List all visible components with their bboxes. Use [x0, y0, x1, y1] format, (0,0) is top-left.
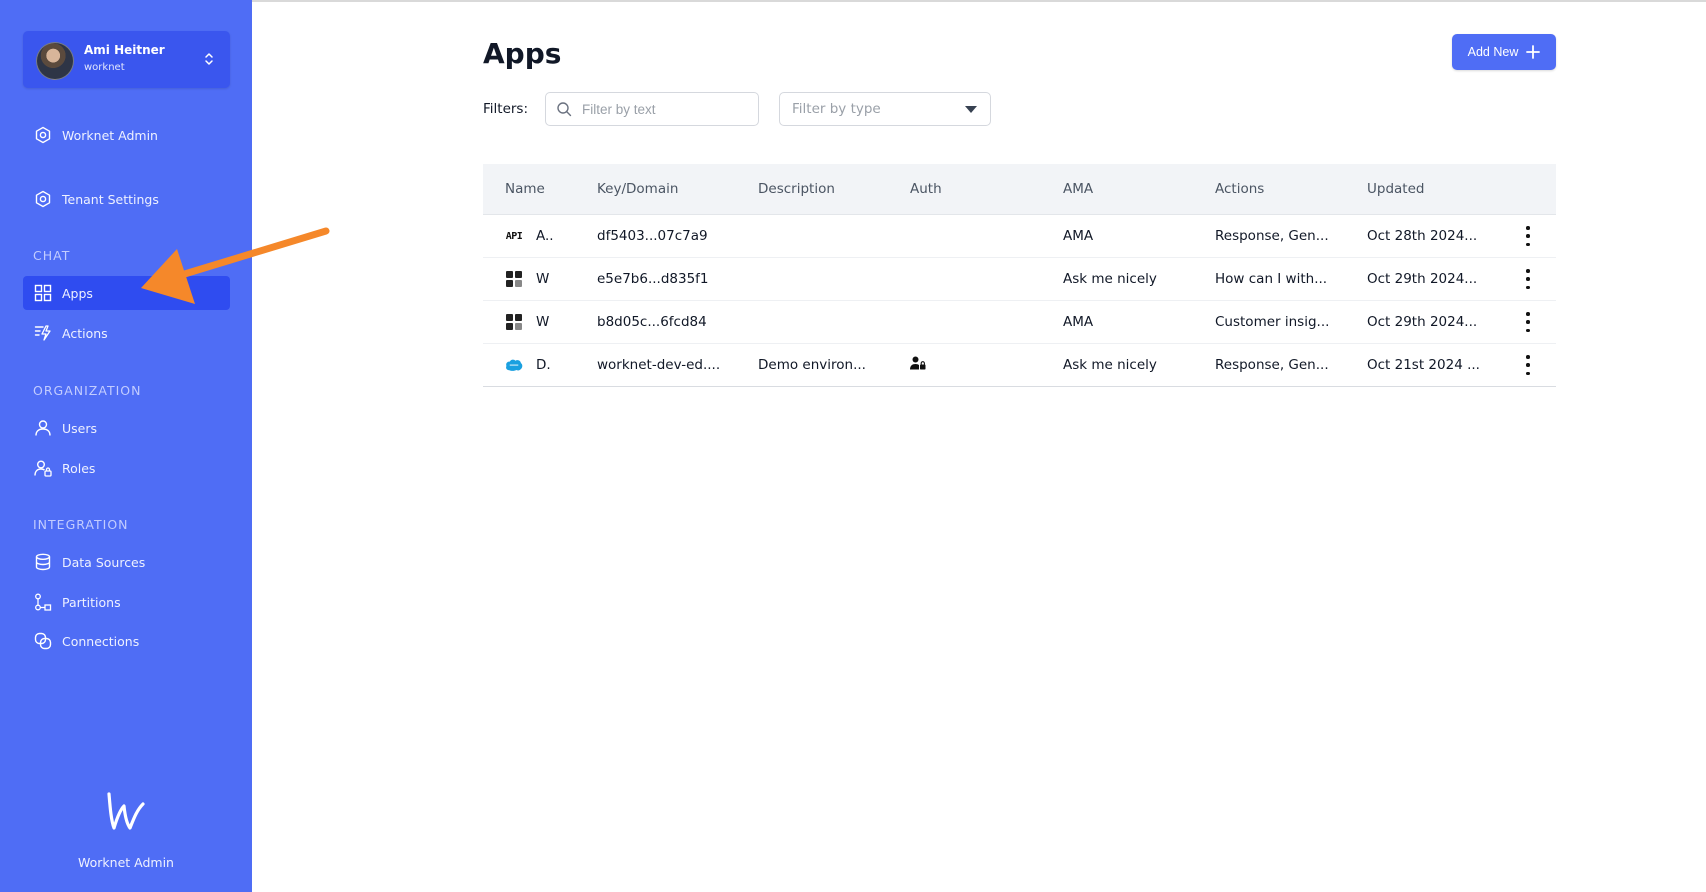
column-header-updated[interactable]: Updated [1367, 181, 1424, 197]
add-new-button[interactable]: Add New [1452, 34, 1556, 70]
user-lock-icon [910, 356, 926, 374]
cell-updated: Oct 28th 2024... [1367, 228, 1478, 244]
user-org: worknet [84, 62, 125, 73]
filter-text-field[interactable] [545, 92, 759, 126]
cell-name: W [536, 271, 550, 287]
database-icon [33, 552, 53, 572]
top-border [0, 0, 1706, 2]
cell-name: D. [536, 357, 551, 373]
plus-icon [1526, 45, 1541, 59]
cell-actions: Response, Gen... [1215, 228, 1329, 244]
column-header-actions[interactable]: Actions [1215, 181, 1264, 197]
search-icon [556, 101, 572, 117]
chevron-up-down-icon [205, 53, 213, 65]
cell-ama: AMA [1063, 314, 1094, 330]
partitions-icon [33, 592, 53, 612]
add-new-label: Add New [1467, 45, 1519, 59]
more-options-icon[interactable] [1523, 226, 1533, 246]
sidebar-item-users[interactable]: Users [23, 411, 230, 445]
sidebar-item-label: Data Sources [62, 554, 146, 570]
section-label-organization: ORGANIZATION [33, 383, 142, 398]
actions-icon [33, 323, 53, 343]
sidebar-item-label: Connections [62, 633, 140, 649]
cell-ama: AMA [1063, 228, 1094, 244]
sidebar-item-tenant-settings[interactable]: Tenant Settings [23, 182, 230, 216]
cell-name: A.. [536, 228, 554, 244]
cell-key: b8d05c...6fcd84 [597, 314, 707, 330]
brand-label: Worknet Admin [78, 855, 174, 870]
filter-type-select[interactable]: Filter by type [779, 92, 991, 126]
cell-name: W [536, 314, 550, 330]
filters-label: Filters: [483, 101, 529, 117]
sidebar-item-partitions[interactable]: Partitions [23, 585, 230, 619]
cell-actions: Customer insig... [1215, 314, 1330, 330]
sidebar-item-label: Worknet Admin [62, 127, 158, 143]
sidebar-item-label: Tenant Settings [62, 191, 159, 207]
filter-type-placeholder: Filter by type [792, 101, 881, 117]
apps-table: Name Key/Domain Description Auth AMA Act… [483, 164, 1556, 387]
cell-key: df5403...07c7a9 [597, 228, 708, 244]
worknet-logo-icon [107, 792, 145, 830]
connections-icon [33, 631, 53, 651]
section-label-chat: CHAT [33, 248, 71, 263]
sidebar: Ami Heitner worknet Worknet Admin Tenant… [0, 0, 252, 892]
worknet-app-icon [505, 271, 523, 287]
sidebar-item-connections[interactable]: Connections [23, 624, 230, 658]
section-label-integration: INTEGRATION [33, 517, 129, 532]
sidebar-item-data-sources[interactable]: Data Sources [23, 545, 230, 579]
cell-key: worknet-dev-ed.... [597, 357, 721, 373]
sidebar-item-label: Apps [62, 285, 93, 301]
salesforce-cloud-icon [505, 357, 523, 373]
table-row[interactable]: D. worknet-dev-ed.... Demo environ... As… [483, 344, 1556, 387]
grid-icon [33, 283, 53, 303]
column-header-key[interactable]: Key/Domain [597, 181, 678, 197]
cell-key: e5e7b6...d835f1 [597, 271, 709, 287]
table-row[interactable]: W e5e7b6...d835f1 Ask me nicely How can … [483, 258, 1556, 301]
column-header-ama[interactable]: AMA [1063, 181, 1093, 197]
column-header-name[interactable]: Name [505, 181, 545, 197]
cell-updated: Oct 29th 2024... [1367, 314, 1478, 330]
worknet-app-icon [505, 314, 523, 330]
table-header: Name Key/Domain Description Auth AMA Act… [483, 164, 1556, 215]
sidebar-item-label: Partitions [62, 594, 121, 610]
cell-actions: How can I with... [1215, 271, 1328, 287]
sidebar-item-roles[interactable]: Roles [23, 451, 230, 485]
cell-updated: Oct 29th 2024... [1367, 271, 1478, 287]
api-icon: API [505, 228, 523, 244]
annotation-arrow-icon [141, 227, 330, 304]
chevron-down-icon [965, 106, 977, 113]
sidebar-item-apps[interactable]: Apps [23, 276, 230, 310]
hexagon-gear-icon [33, 125, 53, 145]
page-title: Apps [483, 37, 562, 70]
table-row[interactable]: W b8d05c...6fcd84 AMA Customer insig... … [483, 301, 1556, 344]
sidebar-item-label: Roles [62, 460, 96, 476]
column-header-auth[interactable]: Auth [910, 181, 942, 197]
more-options-icon[interactable] [1523, 269, 1533, 289]
api-icon-text: API [505, 230, 523, 242]
sidebar-item-label: Actions [62, 325, 108, 341]
cell-ama: Ask me nicely [1063, 271, 1157, 287]
user-switcher[interactable]: Ami Heitner worknet [23, 31, 230, 88]
cell-actions: Response, Gen... [1215, 357, 1329, 373]
sidebar-item-worknet-admin[interactable]: Worknet Admin [23, 118, 230, 152]
more-options-icon[interactable] [1523, 355, 1533, 375]
cell-ama: Ask me nicely [1063, 357, 1157, 373]
avatar [36, 42, 74, 80]
column-header-description[interactable]: Description [758, 181, 835, 197]
sidebar-item-actions[interactable]: Actions [23, 316, 230, 350]
hexagon-gear-icon [33, 189, 53, 209]
filter-text-input[interactable] [580, 100, 744, 118]
user-icon [33, 418, 53, 438]
roles-icon [33, 458, 53, 478]
more-options-icon[interactable] [1523, 312, 1533, 332]
sidebar-item-label: Users [62, 420, 98, 436]
user-name: Ami Heitner [84, 43, 165, 57]
cell-description: Demo environ... [758, 357, 866, 373]
table-row[interactable]: API A.. df5403...07c7a9 AMA Response, Ge… [483, 215, 1556, 258]
cell-updated: Oct 21st 2024 ... [1367, 357, 1480, 373]
